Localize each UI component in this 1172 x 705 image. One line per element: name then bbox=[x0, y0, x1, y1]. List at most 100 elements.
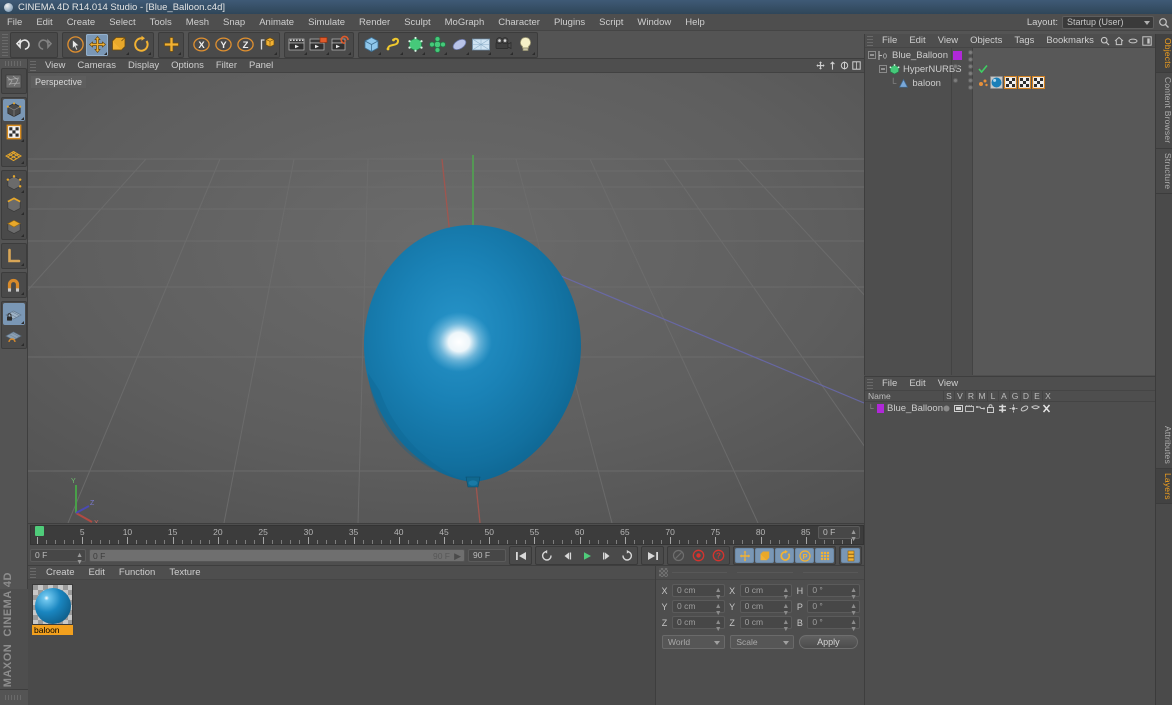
lm-menu-edit[interactable]: Edit bbox=[903, 377, 931, 391]
layer-col-g[interactable]: G bbox=[1009, 391, 1020, 401]
redo-button[interactable] bbox=[34, 34, 56, 56]
viewport-menu-panel[interactable]: Panel bbox=[243, 59, 279, 73]
world-object-toggle-button[interactable] bbox=[256, 34, 278, 56]
param-key-button[interactable]: P bbox=[795, 548, 814, 563]
phong-tag[interactable] bbox=[978, 77, 990, 89]
play-button[interactable] bbox=[577, 548, 596, 563]
position-y-input[interactable]: 0 cm ▲ ▼ bbox=[672, 600, 725, 617]
om-menu-tags[interactable]: Tags bbox=[1008, 34, 1040, 48]
current-frame-field[interactable]: 0 F ▲ ▼ bbox=[30, 549, 86, 566]
position-z-input[interactable]: 0 cm ▲ ▼ bbox=[672, 616, 725, 633]
transform-mode-dropdown[interactable]: Scale bbox=[730, 635, 794, 649]
tab-attributes[interactable]: Attributes bbox=[1156, 421, 1172, 469]
lm-menu-file[interactable]: File bbox=[876, 377, 903, 391]
layer-col-e[interactable]: E bbox=[1031, 391, 1042, 401]
spinner-icon[interactable]: ▲ ▼ bbox=[715, 603, 722, 617]
menu-file[interactable]: File bbox=[0, 14, 29, 31]
layer-col-r[interactable]: R bbox=[965, 391, 976, 401]
om-menu-bookmarks[interactable]: Bookmarks bbox=[1040, 34, 1100, 48]
generators-flag[interactable] bbox=[1009, 404, 1020, 413]
size-y-input[interactable]: 0 cm ▲ ▼ bbox=[739, 600, 793, 617]
om-visibility-dots[interactable] bbox=[968, 64, 973, 76]
spinner-icon[interactable]: ▲ ▼ bbox=[782, 619, 789, 633]
layer-col-v[interactable]: V bbox=[954, 391, 965, 401]
viewport-rotate-icon[interactable] bbox=[840, 61, 849, 70]
position-x-input[interactable]: 0 cm ▲ ▼ bbox=[672, 584, 725, 601]
spinner-icon[interactable]: ▲ ▼ bbox=[715, 587, 722, 601]
lock-y-button[interactable]: Y bbox=[212, 34, 234, 56]
material-menu-texture[interactable]: Texture bbox=[162, 566, 207, 580]
texture-mode-button[interactable] bbox=[3, 121, 25, 143]
rotation-h-input[interactable]: 0 ° ▲ ▼ bbox=[807, 584, 861, 601]
expressions-flag[interactable] bbox=[1031, 405, 1042, 412]
tab-objects[interactable]: Objects bbox=[1156, 34, 1172, 74]
axis-mode-button[interactable] bbox=[3, 245, 25, 267]
menu-help[interactable]: Help bbox=[678, 14, 712, 31]
render-visibility-dot[interactable] bbox=[968, 85, 973, 90]
timeline-right-frame-field[interactable]: 0 F ▲ ▼ bbox=[818, 526, 860, 543]
tab-structure[interactable]: Structure bbox=[1156, 148, 1172, 194]
add-spline-button[interactable] bbox=[382, 34, 404, 56]
object-enable-dot[interactable] bbox=[953, 78, 958, 83]
viewport-maximize-icon[interactable] bbox=[852, 61, 861, 70]
viewport-menu-filter[interactable]: Filter bbox=[210, 59, 243, 73]
menu-render[interactable]: Render bbox=[352, 14, 397, 31]
add-array-button[interactable] bbox=[426, 34, 448, 56]
animation-layer-button[interactable] bbox=[841, 548, 860, 563]
range-handle-icon[interactable]: ▶ bbox=[454, 552, 461, 561]
om-search-icon[interactable] bbox=[1100, 36, 1110, 46]
material-manager-grip[interactable] bbox=[30, 567, 36, 578]
play-forwards-loop-button[interactable] bbox=[617, 548, 636, 563]
undo-button[interactable] bbox=[12, 34, 34, 56]
expand-collapse-icon[interactable] bbox=[868, 51, 876, 59]
layer-col-d[interactable]: D bbox=[1020, 391, 1031, 401]
om-row-blue-balloon[interactable]: 0 Blue_Balloon bbox=[865, 48, 1155, 62]
timeline-ruler[interactable]: 51015202530354045505560657075808590 bbox=[30, 525, 864, 545]
render-view-button[interactable] bbox=[286, 34, 308, 56]
om-row-hypernurbs[interactable]: HyperNURBS bbox=[865, 62, 1155, 76]
left-toolbar-bottom-grip[interactable] bbox=[0, 689, 28, 705]
add-deformer-button[interactable] bbox=[448, 34, 470, 56]
move-tool-button[interactable] bbox=[86, 33, 108, 56]
menu-animate[interactable]: Animate bbox=[252, 14, 301, 31]
coordinate-system-dropdown[interactable]: World bbox=[662, 635, 726, 649]
lock-x-button[interactable]: X bbox=[190, 34, 212, 56]
layer-row-blue-balloon[interactable]: └ Blue_Balloon bbox=[865, 402, 1155, 415]
live-selection-button[interactable] bbox=[64, 34, 86, 56]
object-manager-grip[interactable] bbox=[867, 35, 873, 46]
expand-collapse-icon[interactable] bbox=[879, 65, 887, 73]
om-ellipse-icon[interactable] bbox=[1128, 36, 1138, 46]
add-camera-button[interactable] bbox=[492, 34, 514, 56]
points-mode-button[interactable] bbox=[3, 172, 25, 194]
search-icon[interactable] bbox=[1158, 17, 1170, 29]
layer-expand-icon[interactable]: └ bbox=[868, 404, 874, 413]
material-tag[interactable] bbox=[990, 76, 1003, 89]
om-home-icon[interactable] bbox=[1114, 36, 1124, 46]
lock-flag[interactable] bbox=[987, 404, 998, 413]
toolbar-grip[interactable] bbox=[2, 33, 8, 56]
texture-tag-1[interactable] bbox=[1004, 76, 1017, 89]
visible-flag[interactable] bbox=[954, 404, 965, 413]
scale-key-button[interactable] bbox=[755, 548, 774, 563]
timeline-range-bar[interactable]: 0 F 90 F ▶ bbox=[89, 549, 465, 562]
om-row-baloon[interactable]: └ baloon bbox=[865, 76, 1155, 90]
workplane-lock-button[interactable] bbox=[2, 303, 25, 325]
material-menu-create[interactable]: Create bbox=[39, 566, 82, 580]
keyframe-selection-button[interactable]: ? bbox=[709, 548, 728, 563]
make-editable-button[interactable] bbox=[3, 70, 25, 92]
om-menu-objects[interactable]: Objects bbox=[964, 34, 1008, 48]
play-backwards-button[interactable] bbox=[537, 548, 556, 563]
spinner-icon[interactable]: ▲ ▼ bbox=[782, 587, 789, 601]
editor-visibility-dot[interactable] bbox=[968, 64, 973, 69]
rotation-key-button[interactable] bbox=[775, 548, 794, 563]
autokeying-button[interactable] bbox=[669, 548, 688, 563]
pla-key-button[interactable] bbox=[815, 548, 834, 563]
menu-tools[interactable]: Tools bbox=[143, 14, 179, 31]
layer-col-a[interactable]: A bbox=[998, 391, 1009, 401]
viewport-menu-display[interactable]: Display bbox=[122, 59, 165, 73]
material-menu-function[interactable]: Function bbox=[112, 566, 162, 580]
deformers-flag[interactable] bbox=[1020, 404, 1031, 413]
menu-mesh[interactable]: Mesh bbox=[179, 14, 216, 31]
timeline-playhead[interactable] bbox=[35, 526, 44, 536]
layer-col-m[interactable]: M bbox=[976, 391, 987, 401]
